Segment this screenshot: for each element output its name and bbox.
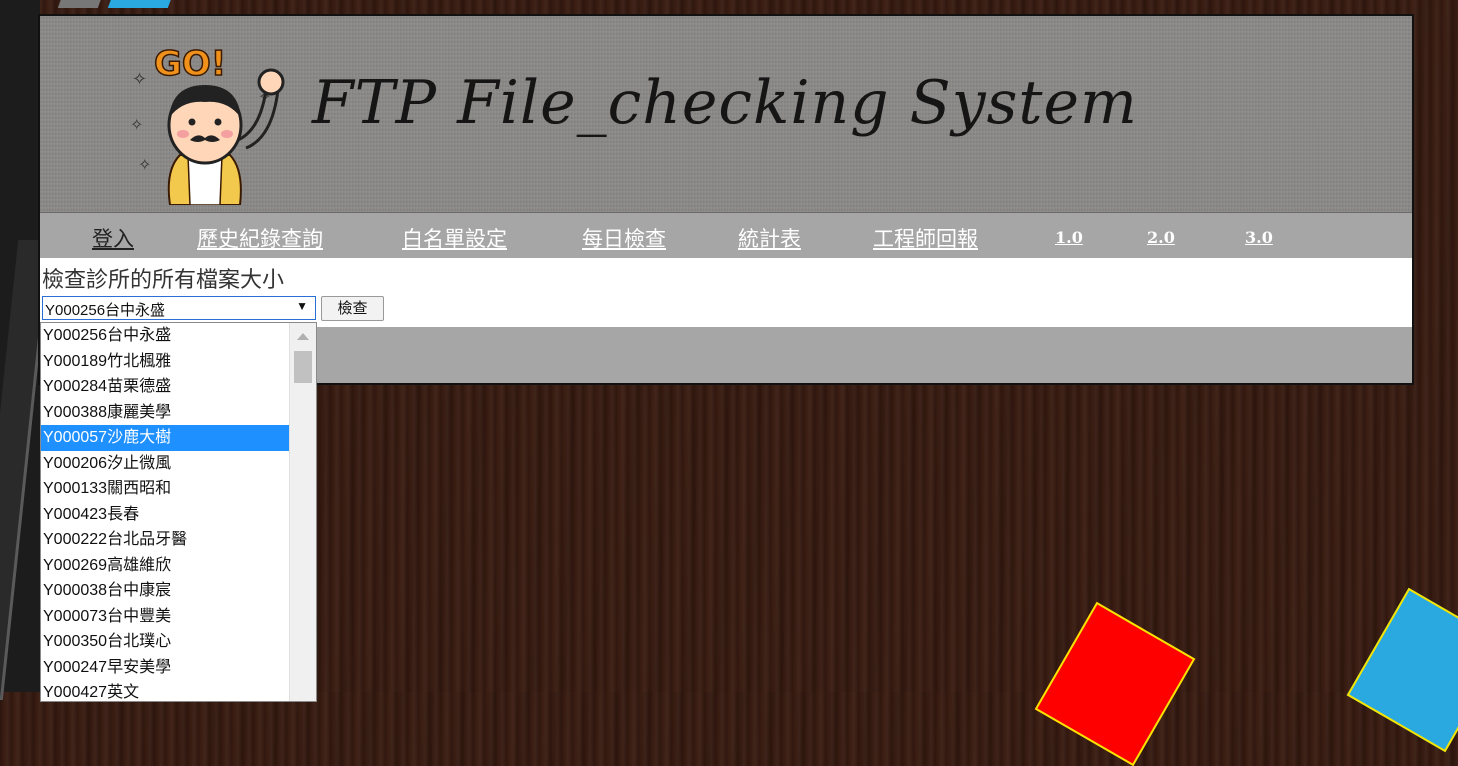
chevron-down-icon: ▼ <box>296 299 308 313</box>
main-nav: 登入 歷史紀錄查詢 白名單設定 每日檢查 統計表 工程師回報 1.0 2.0 3… <box>40 213 1412 258</box>
dropdown-option[interactable]: Y000222台北品牙醫 <box>41 527 291 553</box>
dropdown-option[interactable]: Y000073台中豐美 <box>41 604 291 630</box>
svg-text:✧: ✧ <box>138 155 151 174</box>
dropdown-option[interactable]: Y000038台中康宸 <box>41 578 291 604</box>
dropdown-option[interactable]: Y000350台北璞心 <box>41 629 291 655</box>
dropdown-option[interactable]: Y000206汐止微風 <box>41 451 291 477</box>
nav-version-3[interactable]: 3.0 <box>1245 228 1273 247</box>
dropdown-option[interactable]: Y000284苗栗德盛 <box>41 374 291 400</box>
clinic-dropdown-list[interactable]: Y000256台中永盛 Y000189竹北楓雅 Y000284苗栗德盛 Y000388… <box>40 322 317 702</box>
dropdown-option[interactable]: Y000388康麗美學 <box>41 400 291 426</box>
clinic-select[interactable]: Y000256台中永盛 ▼ <box>42 296 316 320</box>
dropdown-option[interactable]: Y000133關西昭和 <box>41 476 291 502</box>
dropdown-option[interactable]: Y000427英文 <box>41 680 291 701</box>
decor-card-red <box>1034 601 1196 766</box>
dropdown-option[interactable]: Y000256台中永盛 <box>41 323 291 349</box>
nav-version-2[interactable]: 2.0 <box>1147 228 1175 247</box>
dropdown-option[interactable]: Y000247早安美學 <box>41 655 291 681</box>
decor-card-blue <box>1346 587 1458 753</box>
dropdown-option[interactable]: Y000269高雄維欣 <box>41 553 291 579</box>
content-panel: 檢查診所的所有檔案大小 Y000256台中永盛 ▼ 檢查 <box>40 258 1412 327</box>
nav-daily-check[interactable]: 每日檢查 <box>582 223 666 253</box>
mascot-go-illustration: GO! ✧ ✧ ✧ ✧ <box>130 43 285 205</box>
mascot-caption: GO! <box>154 44 226 84</box>
scroll-thumb[interactable] <box>294 351 312 383</box>
top-decor-blue <box>107 0 173 8</box>
header-banner: GO! ✧ ✧ ✧ ✧ FTP File_checking System <box>40 16 1412 213</box>
dropdown-option[interactable]: Y000057沙鹿大樹 <box>41 425 291 451</box>
top-decor-gray <box>57 0 103 8</box>
app-title: FTP File_checking System <box>312 68 1138 138</box>
check-button[interactable]: 檢查 <box>321 296 384 321</box>
nav-engineer-report[interactable]: 工程師回報 <box>873 223 978 253</box>
nav-whitelist-settings[interactable]: 白名單設定 <box>402 223 507 253</box>
scroll-up-arrow-icon[interactable] <box>297 333 309 340</box>
nav-statistics[interactable]: 統計表 <box>738 223 801 253</box>
dropdown-option[interactable]: Y000423長春 <box>41 502 291 528</box>
dropdown-options: Y000256台中永盛 Y000189竹北楓雅 Y000284苗栗德盛 Y000388… <box>41 323 316 701</box>
nav-version-1[interactable]: 1.0 <box>1055 228 1083 247</box>
nav-login[interactable]: 登入 <box>92 223 134 253</box>
svg-text:✧: ✧ <box>130 115 143 134</box>
dropdown-option[interactable]: Y000189竹北楓雅 <box>41 349 291 375</box>
svg-text:✧: ✧ <box>132 69 147 90</box>
clinic-select-value: Y000256台中永盛 <box>45 302 166 319</box>
dropdown-scrollbar[interactable] <box>289 323 316 701</box>
nav-history-query[interactable]: 歷史紀錄查詢 <box>197 223 323 253</box>
page-title: 檢查診所的所有檔案大小 <box>42 268 285 293</box>
